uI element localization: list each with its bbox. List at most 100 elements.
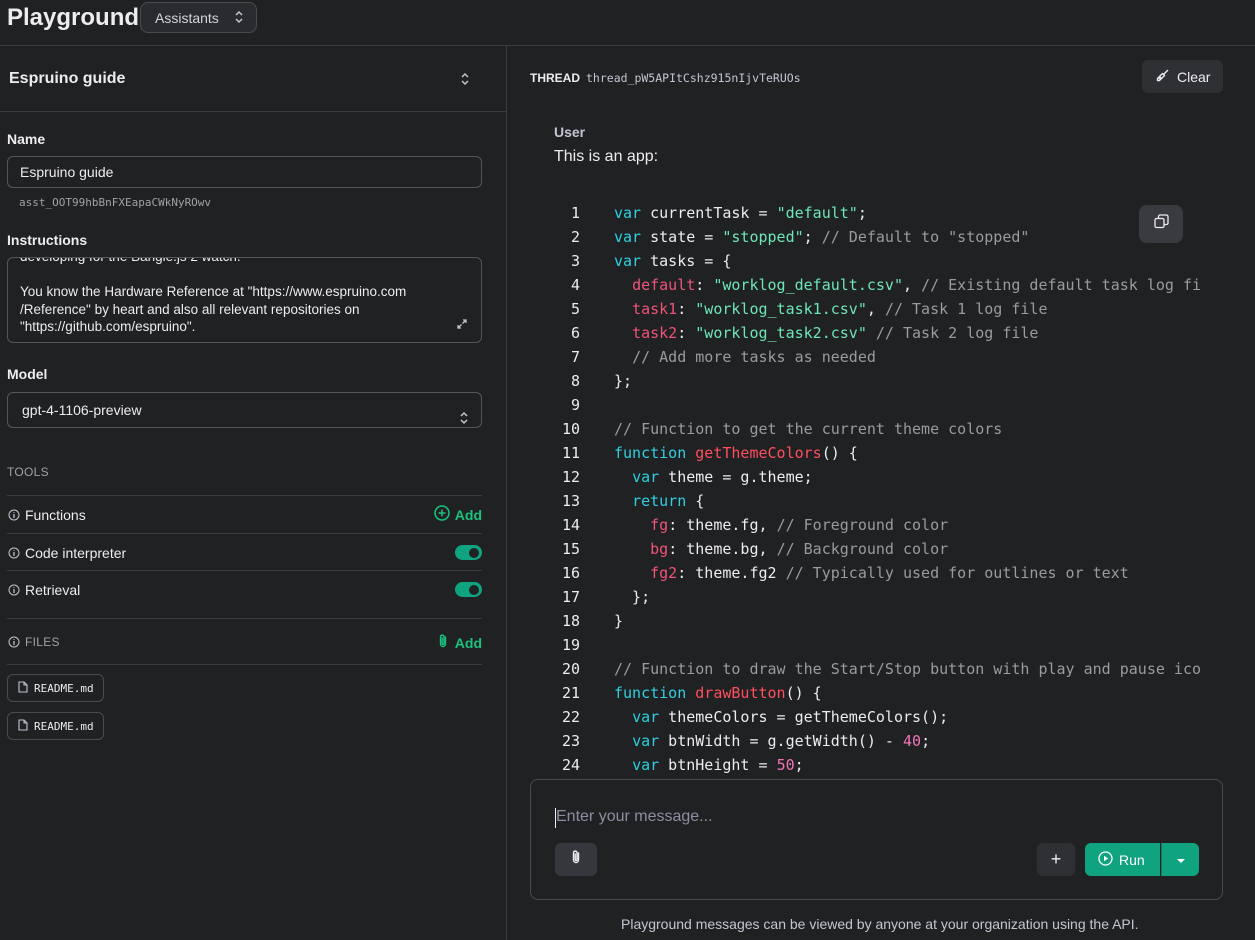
add-function-button[interactable]: Add <box>434 505 482 524</box>
tool-row-functions: Functions Add <box>7 495 482 532</box>
model-select[interactable]: gpt-4-1106-preview <box>7 392 482 428</box>
code-text: task1: "worklog_task1.csv", // Task 1 lo… <box>632 300 1048 318</box>
model-select-value: gpt-4-1106-preview <box>22 402 142 418</box>
info-icon[interactable] <box>8 508 20 526</box>
tools-heading: TOOLS <box>7 465 49 479</box>
tool-row-retrieval: Retrieval <box>7 570 482 607</box>
code-text: // Add more tasks as needed <box>632 348 876 366</box>
code-text: var btnHeight = 50; <box>632 756 804 774</box>
clear-button[interactable]: Clear <box>1142 60 1223 93</box>
files-section-header: FILES Add <box>7 618 482 665</box>
instructions-text: developing for the Bangle.js 2 watch. Yo… <box>20 258 407 334</box>
app-title: Playground <box>7 4 140 31</box>
line-number: 4 <box>570 276 580 294</box>
run-options-button[interactable] <box>1161 843 1199 876</box>
line-number: 5 <box>570 300 580 318</box>
line-number: 7 <box>570 348 580 366</box>
code-text: function getThemeColors() { <box>614 444 858 462</box>
code-text: bg: theme.bg, // Background color <box>650 540 949 558</box>
info-icon[interactable] <box>8 546 20 564</box>
instructions-field[interactable]: developing for the Bangle.js 2 watch. Yo… <box>7 257 482 343</box>
code-block: 1 var currentTask = "default"; 2 var state … <box>554 201 1202 778</box>
thread-label: THREAD <box>530 71 580 85</box>
code-text: var tasks = { <box>614 252 732 270</box>
info-icon[interactable] <box>8 635 20 653</box>
retrieval-toggle[interactable] <box>455 582 482 597</box>
code-text: var btnWidth = g.getWidth() - 40; <box>632 732 931 750</box>
code-text: fg: theme.fg, // Foreground color <box>650 516 949 534</box>
file-chip[interactable]: README.md <box>7 712 104 740</box>
code-text: var state = "stopped"; // Default to "st… <box>614 228 1030 246</box>
chevron-updown-icon <box>459 403 469 437</box>
code-text: var theme = g.theme; <box>632 468 813 486</box>
model-label: Model <box>7 366 48 382</box>
assistant-config-panel: Espruino guide Name Espruino guide asst_… <box>0 46 507 940</box>
paperclip-icon <box>436 633 450 652</box>
code-text: fg2: theme.fg2 // Typically used for out… <box>650 564 1129 582</box>
chevron-updown-icon <box>234 10 244 27</box>
run-button[interactable]: Run <box>1085 843 1160 876</box>
line-number: 3 <box>570 252 580 270</box>
line-number: 13 <box>561 492 580 510</box>
info-icon[interactable] <box>8 583 20 601</box>
code-text: var themeColors = getThemeColors(); <box>632 708 949 726</box>
add-file-button[interactable]: Add <box>436 633 482 652</box>
add-message-button[interactable]: + <box>1037 843 1075 876</box>
attach-file-button[interactable] <box>555 843 597 876</box>
assistant-picker[interactable]: Espruino guide <box>0 46 506 112</box>
line-number: 11 <box>561 444 580 462</box>
line-number: 8 <box>570 372 580 390</box>
name-field[interactable]: Espruino guide <box>7 156 482 188</box>
line-number: 18 <box>561 612 580 630</box>
code-text: }; <box>614 372 633 390</box>
chevron-updown-icon <box>460 72 470 91</box>
line-number: 23 <box>561 732 580 750</box>
line-number: 1 <box>570 204 580 222</box>
file-icon <box>18 680 28 696</box>
chevron-down-icon <box>1176 851 1186 869</box>
message-input[interactable]: Enter your message... <box>556 808 713 826</box>
code-text: default: "worklog_default.csv", // Exist… <box>632 276 1202 294</box>
line-number: 17 <box>561 588 580 606</box>
code-text: var currentTask = "default"; <box>614 204 867 222</box>
top-bar: Playground Assistants <box>0 0 1255 46</box>
line-number: 22 <box>561 708 580 726</box>
run-button-label: Run <box>1119 851 1145 868</box>
add-file-label: Add <box>454 634 482 651</box>
line-number: 16 <box>561 564 580 582</box>
expand-icon[interactable] <box>457 316 467 334</box>
code-interpreter-toggle[interactable] <box>455 545 482 560</box>
play-circle-icon <box>1098 850 1113 869</box>
message-role: User <box>554 124 586 140</box>
plus-circle-icon <box>434 505 450 524</box>
code-text: // Function to get the current theme col… <box>614 420 1003 438</box>
code-text: // Function to draw the Start/Stop butto… <box>614 660 1201 678</box>
functions-label: Functions <box>25 507 86 523</box>
mode-select[interactable]: Assistants <box>140 2 257 33</box>
add-function-label: Add <box>454 506 482 523</box>
copy-icon <box>1153 214 1169 234</box>
files-heading: FILES <box>25 635 60 649</box>
file-name: README.md <box>34 719 94 733</box>
copy-code-button[interactable] <box>1139 205 1183 243</box>
file-name: README.md <box>34 681 94 695</box>
file-icon <box>18 718 28 734</box>
line-number: 15 <box>561 540 580 558</box>
line-number: 2 <box>570 228 580 246</box>
retrieval-label: Retrieval <box>25 582 81 598</box>
broom-icon <box>1156 68 1170 85</box>
file-chip[interactable]: README.md <box>7 674 104 702</box>
thread-id: thread_pW5APItCshz915nIjvTeRUOs <box>586 71 801 85</box>
thread-panel: THREAD thread_pW5APItCshz915nIjvTeRUOs C… <box>507 46 1255 940</box>
code-interpreter-label: Code interpreter <box>25 545 127 561</box>
mode-select-label: Assistants <box>155 9 219 26</box>
instructions-label: Instructions <box>7 232 88 248</box>
line-number: 20 <box>561 660 580 678</box>
code-text: }; <box>614 588 651 606</box>
name-label: Name <box>7 131 46 147</box>
line-number: 21 <box>561 684 580 702</box>
line-number: 19 <box>561 636 580 654</box>
line-number: 6 <box>570 324 580 342</box>
paperclip-icon <box>570 849 582 870</box>
message-composer[interactable]: Enter your message... + Run <box>530 779 1223 900</box>
